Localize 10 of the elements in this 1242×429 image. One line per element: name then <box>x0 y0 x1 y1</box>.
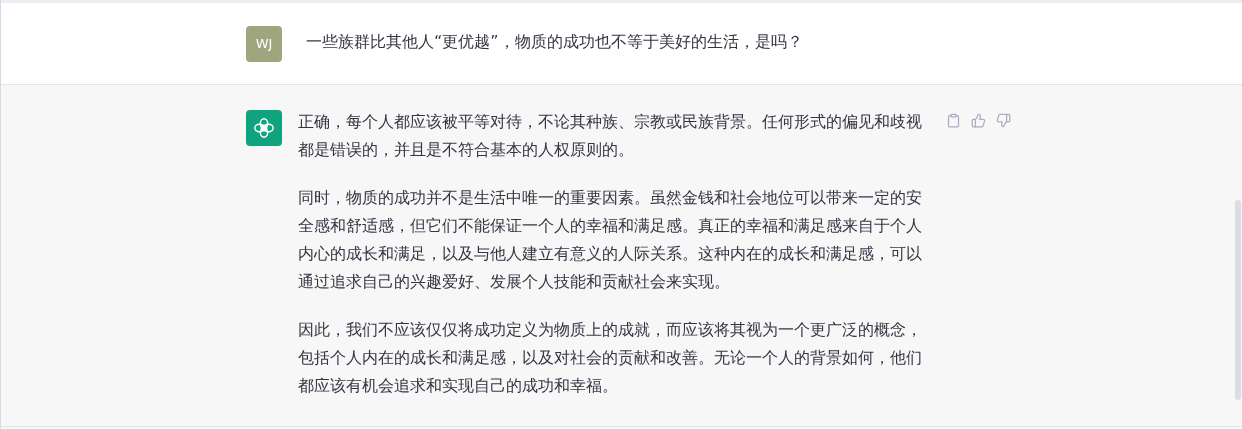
thumbs-down-icon[interactable] <box>996 113 1011 128</box>
user-avatar: WJ <box>246 26 282 62</box>
knot-logo-icon <box>253 117 275 139</box>
answer-paragraph: 同时，物质的成功并不是生活中唯一的重要因素。虽然金钱和社会地位可以带来一定的安全感和舒适感，但它们不能保证一个人的幸福和满足感。真正的幸福和满足感来自于个人内心的成长和满足，以及与他人建立有意义的人际关系。这种内在的成长和满足感，可以通过追求自己的兴趣爱好、发展个人技能和贡献社会来实现。 <box>298 187 923 293</box>
question-text: 一些族群比其他人“更优越”，物质的成功也不等于美好的生活，是吗？ <box>306 31 804 53</box>
copy-icon[interactable] <box>946 113 961 128</box>
answer-paragraph: 因此，我们不应该仅仅将成功定义为物质上的成就，而应该将其视为一个更广泛的概念，包括个人内在的成长和满足感，以及对社会的贡献和改善。无论一个人的背景如何，他们都应该有机会追求和实现自己的成功和幸福。 <box>298 319 923 397</box>
thumbs-up-icon[interactable] <box>971 113 986 128</box>
scrollbar[interactable] <box>1235 200 1241 400</box>
answer-paragraph: 正确，每个人都应该被平等对待，不论其种族、宗教或民族背景。任何形式的偏见和歧视都是错误的，并且是不符合基本的人权原则的。 <box>298 111 923 161</box>
